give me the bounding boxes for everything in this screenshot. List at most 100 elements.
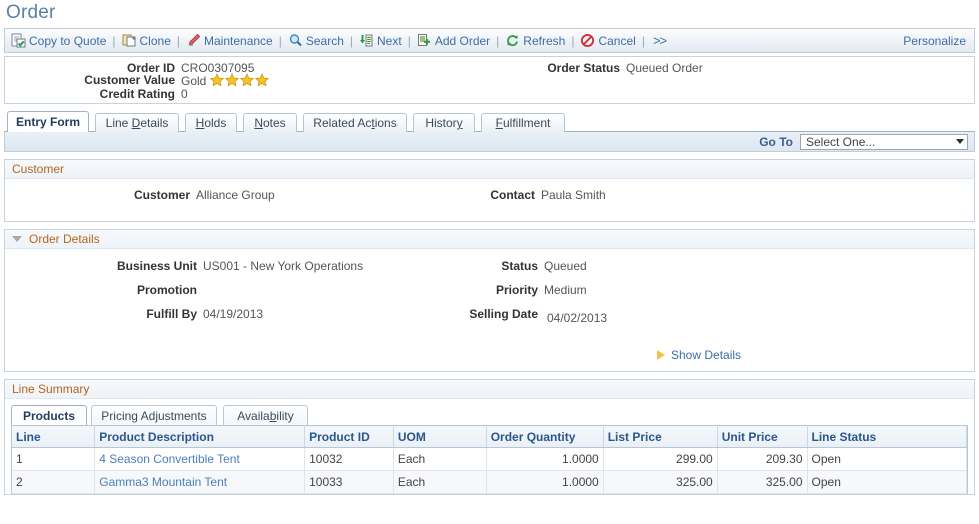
collapse-triangle-icon[interactable] — [12, 236, 22, 242]
order-details-section-title: Order Details — [29, 232, 100, 246]
cell-unit-price: 209.30 — [717, 447, 808, 471]
more-actions-button[interactable]: >> — [651, 33, 668, 48]
goto-bar: Go To Select One... — [4, 131, 975, 152]
toolbar-separator: | — [349, 33, 353, 48]
fulfill-by-label-wrap: Fulfill By — [5, 307, 197, 321]
contact-value-wrap: Paula Smith — [535, 188, 606, 202]
cancel-label: Cancel — [598, 33, 636, 48]
maintenance-label: Maintenance — [204, 33, 273, 48]
promotion-label: Promotion — [137, 283, 197, 297]
business-unit-value: US001 - New York Operations — [203, 259, 364, 273]
toolbar-separator: | — [112, 33, 116, 48]
clone-icon — [122, 33, 137, 48]
refresh-button[interactable]: Refresh — [505, 33, 565, 48]
tab-holds-label: Holds — [195, 116, 227, 130]
page-title: Order — [6, 2, 56, 23]
cell-line-status: Open — [807, 447, 968, 471]
show-details-link[interactable]: Show Details — [657, 348, 741, 362]
product-description-link[interactable]: Gamma3 Mountain Tent — [99, 475, 227, 489]
line-summary-section-body: Products Pricing Adjustments Availabilit… — [5, 404, 974, 494]
tab-related-actions[interactable]: Related Actions — [303, 113, 407, 132]
tab-holds[interactable]: Holds — [185, 113, 237, 132]
goto-selected-value: Select One... — [806, 134, 876, 149]
action-toolbar: Copy to Quote | Clone | Maintenance | Se… — [4, 28, 975, 53]
clone-button[interactable]: Clone — [122, 33, 171, 48]
credit-rating-value-wrap: 0 — [175, 87, 188, 101]
toolbar-separator: | — [496, 33, 500, 48]
order-status-value: Queued Order — [626, 61, 703, 75]
cell-product-description[interactable]: 4 Season Convertible Tent — [94, 447, 306, 471]
main-tabs: Entry Form Line Details Holds Notes Rela… — [4, 111, 979, 132]
selling-date-value: 04/02/2013 — [547, 311, 608, 325]
tab-history[interactable]: History — [413, 113, 475, 132]
tab-entry-form[interactable]: Entry Form — [7, 111, 89, 132]
table-row: 2 Gamma3 Mountain Tent 10033 Each 1.0000… — [12, 470, 968, 494]
credit-rating-label: Credit Rating — [99, 87, 175, 101]
chevron-down-icon — [956, 139, 964, 144]
order-status-value-wrap: Queued Order — [620, 61, 703, 75]
fulfill-by-value-wrap: 04/19/2013 — [197, 307, 263, 321]
tab-availability[interactable]: Availability — [223, 405, 308, 425]
cell-list-price: 325.00 — [603, 470, 718, 494]
personalize-link[interactable]: Personalize — [903, 34, 968, 48]
toolbar-separator: | — [641, 33, 645, 48]
goto-select[interactable]: Select One... — [800, 133, 968, 150]
next-button[interactable]: Next — [359, 33, 402, 48]
col-uom[interactable]: UOM — [393, 425, 487, 448]
col-product-id[interactable]: Product ID — [304, 425, 394, 448]
fulfill-by-label: Fulfill By — [146, 307, 197, 321]
col-product-description[interactable]: Product Description — [94, 425, 306, 448]
tab-products-label: Products — [22, 408, 75, 423]
customer-section-header: Customer — [5, 160, 974, 179]
col-unit-price[interactable]: Unit Price — [717, 425, 808, 448]
toolbar-separator: | — [571, 33, 575, 48]
cell-uom: Each — [393, 470, 487, 494]
col-line[interactable]: Line — [12, 425, 96, 448]
search-button[interactable]: Search — [288, 33, 344, 48]
line-summary-grid-wrap: Line Product Description Product ID UOM … — [11, 425, 968, 494]
cell-order-quantity: 1.0000 — [486, 447, 604, 471]
contact-label-wrap: Contact — [400, 188, 535, 202]
next-label: Next — [377, 33, 402, 48]
clone-label: Clone — [139, 33, 171, 48]
copy-to-quote-button[interactable]: Copy to Quote — [11, 33, 106, 48]
tab-notes[interactable]: Notes — [243, 113, 297, 132]
customer-value-value-wrap: Gold — [175, 73, 276, 89]
customer-section-body: Customer Alliance Group Contact Paula Sm… — [5, 179, 974, 221]
priority-value-wrap: Medium — [538, 283, 587, 297]
selling-date-value-wrap: 04/02/2013 — [541, 311, 607, 325]
customer-name-link[interactable]: Alliance Group — [190, 188, 275, 202]
maintenance-button[interactable]: Maintenance — [186, 33, 273, 48]
cancel-button[interactable]: Cancel — [580, 33, 636, 48]
promotion-label-wrap: Promotion — [5, 283, 197, 297]
add-order-button[interactable]: Add Order — [417, 33, 490, 48]
next-icon — [359, 33, 374, 48]
line-summary-grid: Line Product Description Product ID UOM … — [12, 425, 968, 494]
search-magnifier-icon — [288, 33, 303, 48]
add-order-icon — [417, 33, 432, 48]
col-line-status[interactable]: Line Status — [807, 425, 968, 448]
cell-list-price: 299.00 — [603, 447, 718, 471]
tab-related-actions-label: Related Actions — [313, 116, 397, 130]
tab-fulfillment[interactable]: Fulfillment — [481, 113, 565, 132]
customer-label: Customer — [133, 188, 190, 202]
order-details-section-body: Business Unit US001 - New York Operation… — [5, 249, 974, 371]
col-list-price[interactable]: List Price — [603, 425, 718, 448]
credit-rating-value: 0 — [181, 87, 188, 101]
customer-section-title: Customer — [12, 162, 65, 176]
tab-history-label: History — [425, 116, 463, 130]
col-order-quantity[interactable]: Order Quantity — [486, 425, 604, 448]
status-label-wrap: Status — [405, 259, 538, 273]
product-description-link[interactable]: 4 Season Convertible Tent — [99, 452, 240, 466]
maintenance-pencil-icon — [186, 33, 201, 48]
goto-label: Go To — [759, 134, 793, 149]
cell-product-description[interactable]: Gamma3 Mountain Tent — [94, 470, 306, 494]
tab-products[interactable]: Products — [11, 405, 87, 425]
tab-pricing-adjustments[interactable]: Pricing Adjustments — [91, 405, 217, 425]
business-unit-label: Business Unit — [116, 259, 197, 273]
cell-line-status: Open — [807, 470, 968, 494]
priority-value: Medium — [544, 283, 587, 297]
order-details-section-header[interactable]: Order Details — [5, 230, 974, 249]
tab-line-details[interactable]: Line Details — [95, 113, 179, 132]
selling-date-label: Selling Date — [469, 307, 538, 321]
